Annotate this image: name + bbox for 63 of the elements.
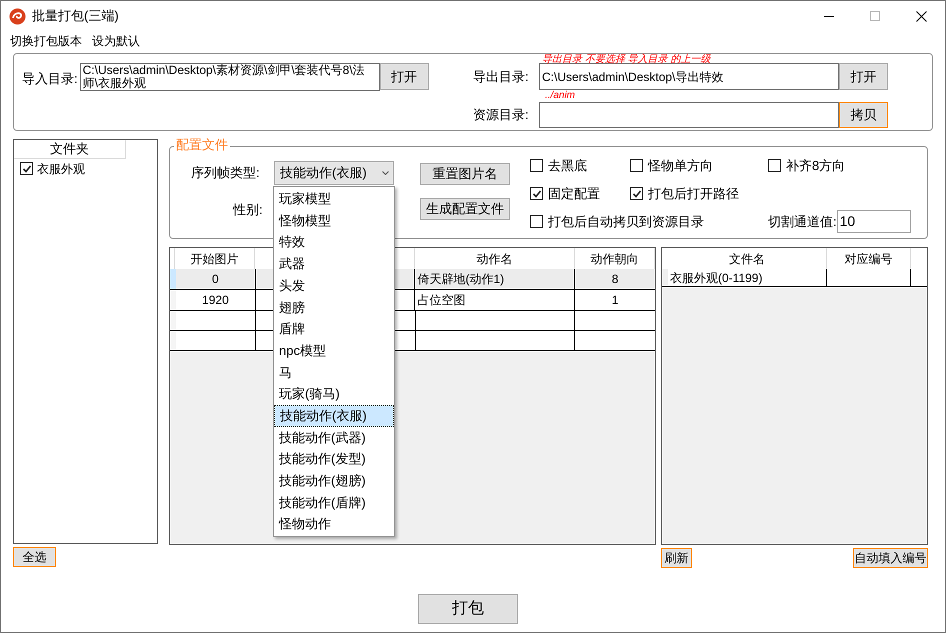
dropdown-option[interactable]: 技能动作(武器) [274, 426, 394, 448]
auto-fill-button[interactable]: 自动填入编号 [853, 548, 928, 568]
checkbox-label: 去黑底 [548, 156, 587, 175]
refresh-button[interactable]: 刷新 [661, 548, 692, 568]
input-field[interactable]: C:\Users\admin\Desktop\素材资源\剑甲\套装代号8\法师\衣服外观 [80, 63, 380, 91]
field-label: 导入目录: [22, 70, 78, 88]
dropdown-option[interactable]: 技能动作(发型) [274, 448, 394, 470]
table-cell: 1920 [176, 290, 256, 310]
dropdown-option[interactable]: 技能动作(翅膀) [274, 470, 394, 492]
dropdown-option[interactable]: 盾牌 [274, 318, 394, 340]
field-label: 序列帧类型: [191, 164, 261, 182]
field-label: 性别: [233, 201, 264, 219]
frame-type-dropdown[interactable]: 技能动作(衣服) [274, 161, 394, 185]
checkbox-label: 打包后打开路径 [648, 184, 739, 203]
checkbox-label: 打包后自动拷贝到资源目录 [548, 212, 704, 231]
checkbox[interactable] [630, 159, 643, 172]
checkbox-label: 怪物单方向 [648, 156, 713, 175]
field-label: 资源目录: [473, 106, 530, 124]
open-button[interactable]: 打开 [839, 63, 888, 90]
checkbox[interactable] [530, 215, 543, 228]
app-icon [9, 8, 26, 24]
dropdown-option[interactable]: 马 [274, 362, 394, 384]
table-cell: 占位空图 [415, 290, 576, 310]
dropdown-option[interactable]: 玩家模型 [274, 188, 394, 210]
checkbox[interactable] [768, 159, 781, 172]
field-label: 导出目录: [473, 68, 530, 86]
dropdown-option[interactable]: 玩家(骑马) [274, 383, 394, 405]
window-title: 批量打包(三端) [32, 7, 119, 26]
dropdown-option[interactable]: npc模型 [274, 340, 394, 362]
table-cell-text: 8 [610, 271, 620, 288]
dropdown-option[interactable]: 怪物模型 [274, 210, 394, 232]
table-cell: 倚天辟地(动作1) [415, 269, 576, 289]
hint-text: ../anim [545, 90, 576, 102]
input-field[interactable]: C:\Users\admin\Desktop\导出特效 [539, 63, 839, 90]
folder-name: 衣服外观 [37, 160, 85, 178]
table-cell: 衣服外观(0-1199) [668, 269, 827, 286]
menu-item[interactable]: 设为默认 [87, 32, 145, 50]
dropdown-option[interactable]: 技能动作(衣服) [274, 404, 394, 427]
dropdown-option[interactable]: 技能动作(盾牌) [274, 492, 394, 514]
group-legend: 配置文件 [174, 137, 230, 153]
checkbox[interactable] [530, 159, 543, 172]
table-cell-text: 1 [610, 292, 620, 309]
dropdown-option[interactable]: 怪物动作 [274, 513, 394, 535]
generate-config-button[interactable]: 生成配置文件 [420, 198, 510, 220]
select-all-button[interactable]: 全选 [13, 547, 56, 567]
dropdown-option[interactable]: 特效 [274, 231, 394, 254]
reset-names-button[interactable]: 重置图片名 [420, 163, 510, 185]
table-cell: 0 [176, 269, 256, 289]
checkbox[interactable] [530, 187, 543, 200]
caret-icon [382, 171, 389, 175]
column-header: 文件夹 [14, 140, 126, 159]
menu-item[interactable]: 切换打包版本 [5, 32, 87, 50]
checkbox[interactable] [20, 162, 33, 175]
input-field[interactable] [539, 102, 839, 128]
checkbox-label: 补齐8方向 [786, 156, 846, 175]
close-icon[interactable] [916, 10, 927, 22]
checkbox-label: 固定配置 [548, 184, 600, 203]
checkbox[interactable] [630, 187, 643, 200]
field-label: 切割通道值: [768, 212, 837, 231]
open-button[interactable]: 打开 [380, 63, 429, 90]
pack-button[interactable]: 打包 [418, 594, 518, 624]
copy-button[interactable]: 拷贝 [839, 102, 888, 128]
threshold-field[interactable]: 10 [836, 210, 911, 233]
